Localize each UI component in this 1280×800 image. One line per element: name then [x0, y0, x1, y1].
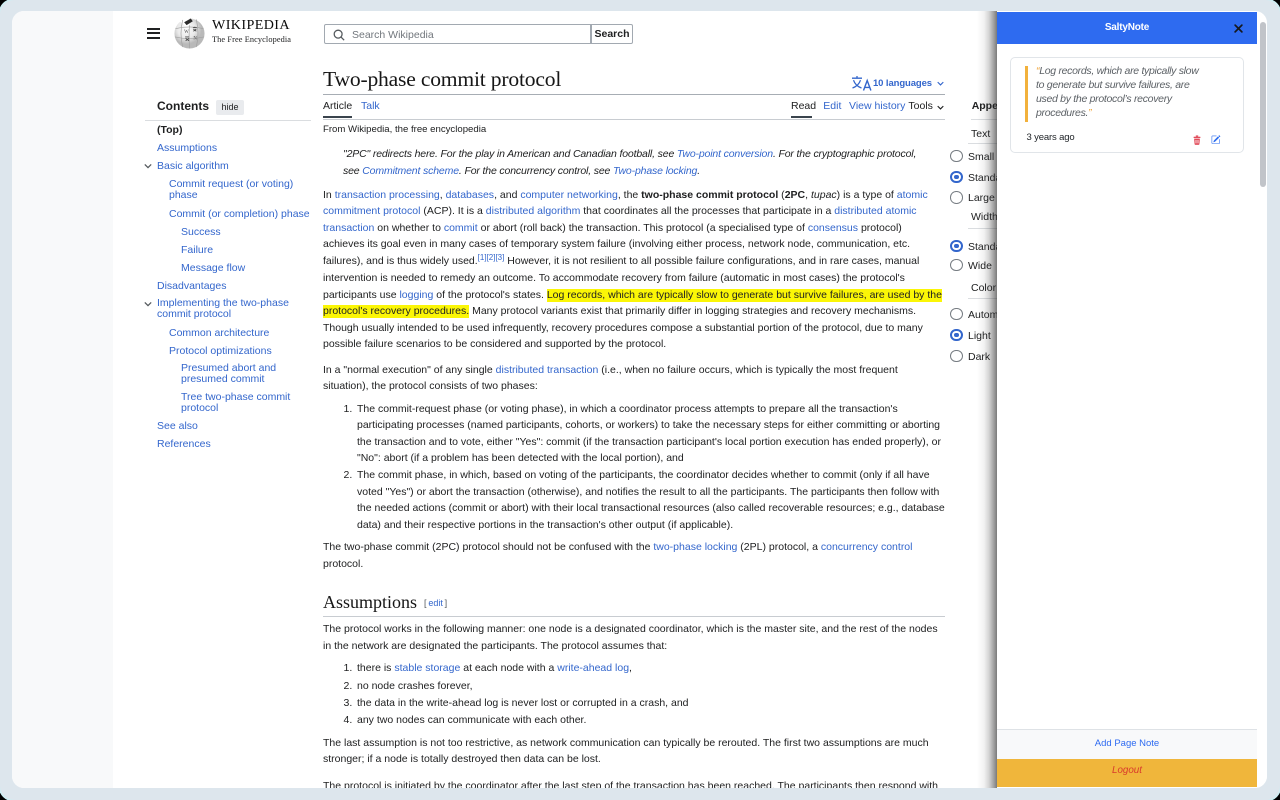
svg-text:N: N	[193, 36, 197, 41]
svg-text:W: W	[184, 30, 189, 35]
